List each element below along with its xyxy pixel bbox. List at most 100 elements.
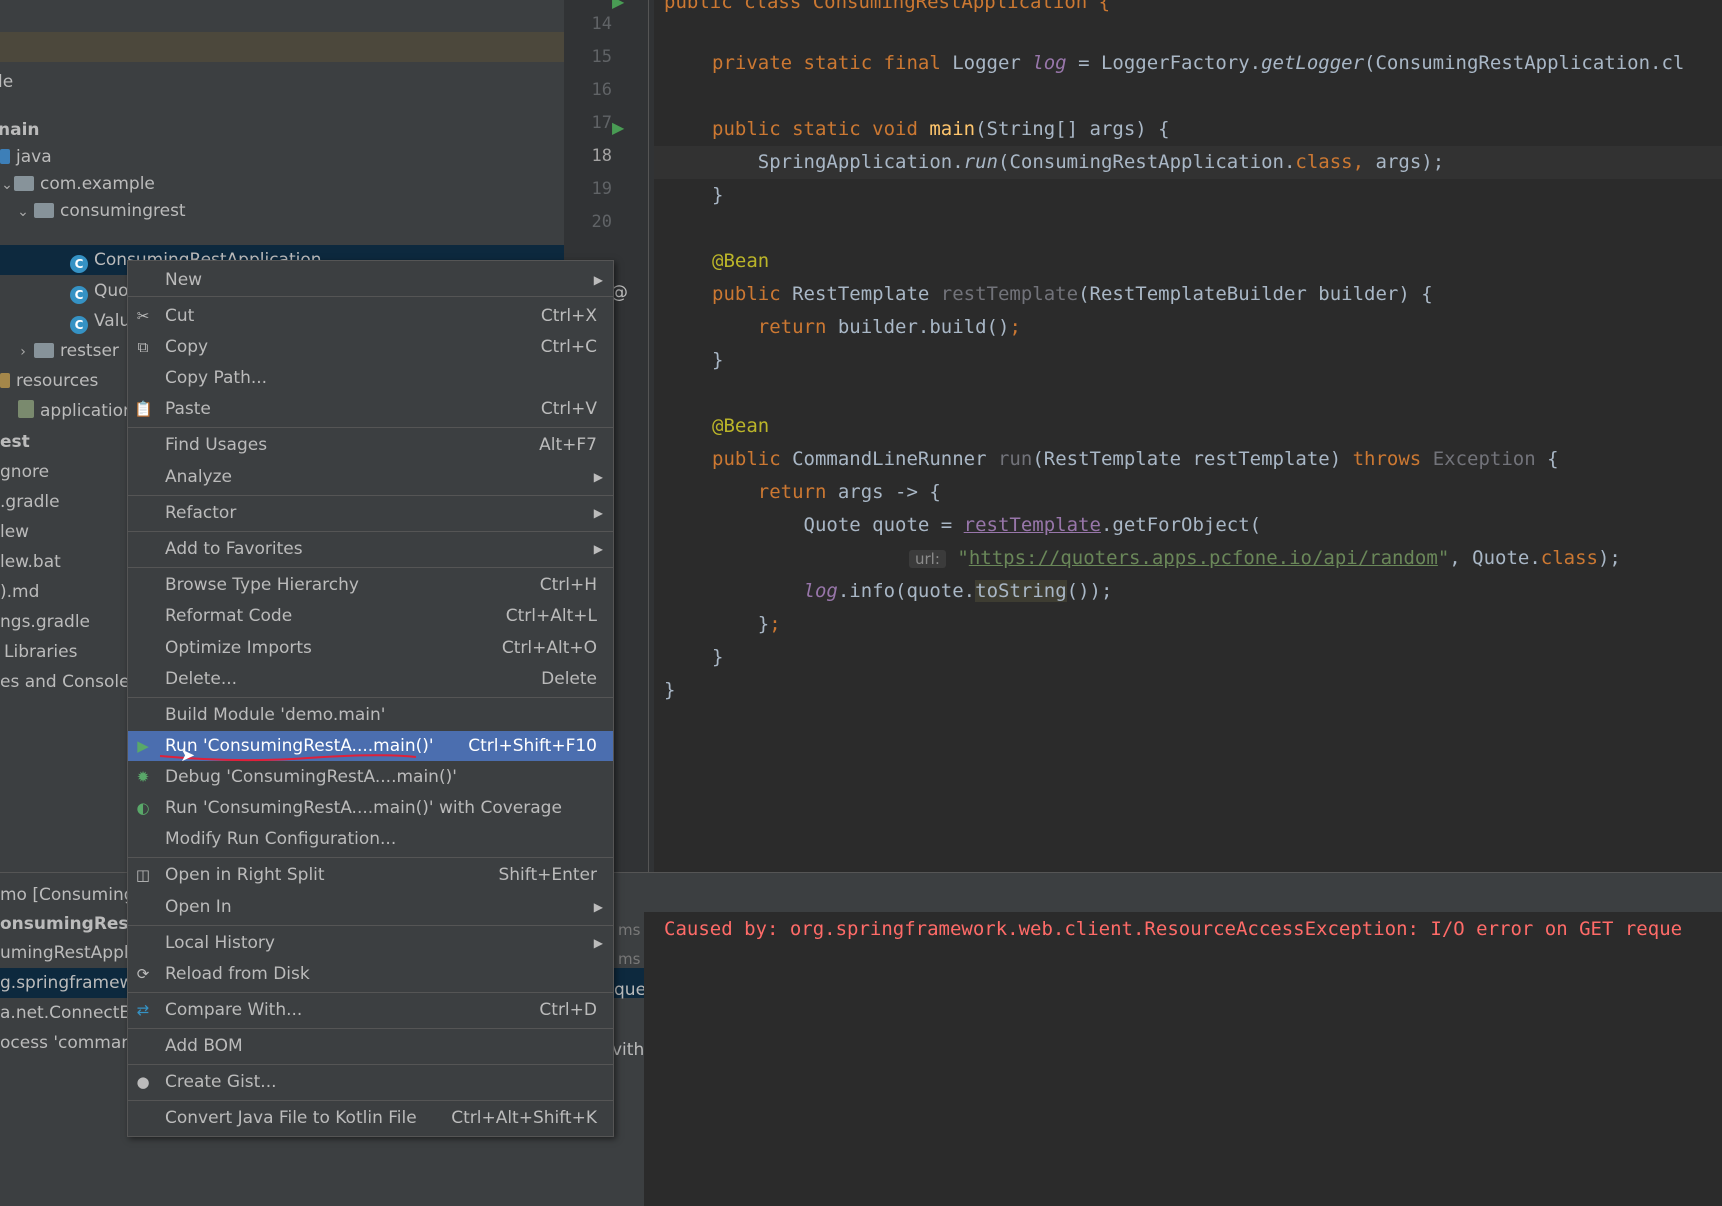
menu-item-copy-path[interactable]: Copy Path... <box>128 363 613 393</box>
run-console-output[interactable]: Caused by: org.springframework.web.clien… <box>644 912 1722 1206</box>
menu-item-find-usages[interactable]: Find Usages Alt+F7 <box>128 430 613 460</box>
submenu-arrow-icon: ▶ <box>593 506 603 520</box>
class-icon: C <box>70 255 88 273</box>
tree-item[interactable]: est <box>0 427 30 457</box>
run-tree-item[interactable]: a.net.ConnectEx <box>0 998 140 1028</box>
menu-item-local-history[interactable]: Local History ▶ <box>128 928 613 958</box>
code-line-26: @Bean <box>712 415 770 437</box>
tree-item-application-properties[interactable]: applicatior <box>18 396 130 426</box>
tree-item-consumingrest[interactable]: ⌄ consumingrest <box>12 196 185 227</box>
split-icon: ◫ <box>135 866 151 884</box>
chevron-right-icon[interactable]: › <box>12 337 34 367</box>
scissors-icon: ✂ <box>136 307 150 325</box>
copy-icon: ⧉ <box>137 338 149 356</box>
menu-item-analyze[interactable]: Analyze ▶ <box>128 462 613 492</box>
line-number: 20 <box>591 212 612 232</box>
menu-item-optimize-imports[interactable]: Optimize Imports Ctrl+Alt+O <box>128 633 613 663</box>
menu-item-compare-with[interactable]: ⇄ Compare With... Ctrl+D <box>128 995 613 1025</box>
code-line-19: } <box>712 184 724 206</box>
run-gutter-icon[interactable]: ▶ <box>612 0 624 11</box>
code-line-17: public static void main(String[] args) { <box>712 118 1170 140</box>
properties-file-icon <box>18 400 34 418</box>
tree-item[interactable]: ngs.gradle <box>0 607 90 637</box>
code-line-31: log.info(quote.toString()); <box>803 580 1113 602</box>
run-tree-item[interactable]: mo [Consuming] <box>0 880 141 910</box>
submenu-arrow-icon: ▶ <box>593 542 603 556</box>
menu-item-refactor[interactable]: Refactor ▶ <box>128 498 613 528</box>
tree-item-quote[interactable]: C Quo <box>70 276 129 306</box>
tree-item-scratches[interactable]: es and Consoles <box>0 667 138 697</box>
menu-item-paste[interactable]: 📋 Paste Ctrl+V <box>128 394 613 424</box>
code-line-33: } <box>712 646 724 668</box>
clipboard-icon: 📋 <box>134 400 153 418</box>
tree-item[interactable]: ).md <box>0 577 39 607</box>
code-line-18: SpringApplication.run(ConsumingRestAppli… <box>654 146 1722 179</box>
tree-item-main[interactable]: nain <box>0 115 40 145</box>
tree-item[interactable]: lew.bat <box>0 547 61 577</box>
reload-icon: ⟳ <box>136 965 150 983</box>
code-line: public class ConsumingRestApplication { <box>664 0 1111 13</box>
menu-item-browse-type-hierarchy[interactable]: Browse Type Hierarchy Ctrl+H <box>128 570 613 600</box>
code-line-28: return args -> { <box>712 481 941 503</box>
run-tree-item[interactable]: ocess 'comman <box>0 1028 132 1058</box>
compare-icon: ⇄ <box>136 1001 150 1019</box>
tree-item-value[interactable]: C Valu <box>70 306 130 336</box>
folder-icon <box>0 149 10 164</box>
menu-item-add-bom[interactable]: Add BOM <box>128 1031 613 1061</box>
code-line-22: public RestTemplate restTemplate(RestTem… <box>712 283 1433 305</box>
class-icon: C <box>70 316 88 334</box>
bug-icon: ✹ <box>136 768 150 786</box>
code-line-24: } <box>712 349 724 371</box>
package-icon <box>34 203 54 218</box>
menu-item-build-module[interactable]: Build Module 'demo.main' <box>128 700 613 730</box>
menu-item-convert-to-kotlin[interactable]: Convert Java File to Kotlin File Ctrl+Alt… <box>128 1103 613 1133</box>
run-tree-item[interactable]: umingRestApplic <box>0 938 143 968</box>
tree-item-com-example[interactable]: ⌄ com.example <box>0 169 155 199</box>
tree-item-java[interactable]: java <box>0 142 52 172</box>
duration-label: ms <box>618 950 641 968</box>
tree-item[interactable]: le <box>0 67 13 97</box>
line-number: 19 <box>591 179 612 199</box>
code-line-15: private static final Logger log = Logger… <box>712 52 1685 74</box>
line-number: 16 <box>591 80 612 100</box>
code-editor[interactable]: public class ConsumingRestApplication { … <box>654 0 1722 872</box>
resources-folder-icon <box>0 373 10 388</box>
menu-item-cut[interactable]: ✂ Cut Ctrl+X <box>128 301 613 331</box>
submenu-arrow-icon: ▶ <box>593 900 603 914</box>
tree-item[interactable]: gnore <box>0 457 49 487</box>
menu-item-reload-from-disk[interactable]: ⟳ Reload from Disk <box>128 959 613 989</box>
run-icon: ▶ <box>137 737 149 755</box>
menu-item-open-right-split[interactable]: ◫ Open in Right Split Shift+Enter <box>128 860 613 890</box>
chevron-down-icon[interactable]: ⌄ <box>12 197 34 227</box>
tree-item-resources[interactable]: resources <box>0 366 98 396</box>
code-line-30: url: "https://quoters.apps.pcfone.io/api… <box>909 542 1722 575</box>
tree-item-restservice[interactable]: › restser <box>12 336 119 366</box>
menu-item-run-with-coverage[interactable]: ◐ Run 'ConsumingRestA....main()' with Cov… <box>128 793 613 823</box>
code-line-27: public CommandLineRunner run(RestTemplat… <box>712 448 1559 470</box>
menu-item-modify-run-config[interactable]: Modify Run Configuration... <box>128 824 613 854</box>
tree-item[interactable]: .gradle <box>0 487 60 517</box>
code-line-29: Quote quote = restTemplate.getForObject( <box>712 514 1262 536</box>
tree-row-highlight[interactable] <box>0 32 564 62</box>
line-number: 14 <box>591 14 612 34</box>
tree-item-external-libraries[interactable]: Libraries <box>0 637 77 667</box>
menu-item-open-in[interactable]: Open In ▶ <box>128 892 613 922</box>
run-gutter-icon[interactable]: ▶ <box>612 118 624 137</box>
menu-item-run[interactable]: ▶ Run 'ConsumingRestA....main()' Ctrl+Shif… <box>128 731 613 766</box>
menu-item-copy[interactable]: ⧉ Copy Ctrl+C <box>128 332 613 362</box>
github-icon: ● <box>136 1073 150 1091</box>
line-number: 17 <box>591 113 612 133</box>
package-icon <box>34 343 54 358</box>
menu-item-create-gist[interactable]: ● Create Gist... <box>128 1067 613 1097</box>
duration-label: ms <box>618 921 641 939</box>
menu-item-new[interactable]: New ▶ <box>128 265 613 295</box>
menu-item-debug[interactable]: ✹ Debug 'ConsumingRestA....main()' <box>128 762 613 792</box>
menu-item-reformat-code[interactable]: Reformat Code Ctrl+Alt+L <box>128 601 613 631</box>
code-line-21: @Bean <box>712 250 770 272</box>
tree-item[interactable]: lew <box>0 517 29 547</box>
parameter-hint: url: <box>909 550 946 568</box>
submenu-arrow-icon: ▶ <box>593 273 603 287</box>
class-icon: C <box>70 286 88 304</box>
menu-item-add-to-favorites[interactable]: Add to Favorites ▶ <box>128 534 613 564</box>
menu-item-delete[interactable]: Delete... Delete <box>128 664 613 694</box>
